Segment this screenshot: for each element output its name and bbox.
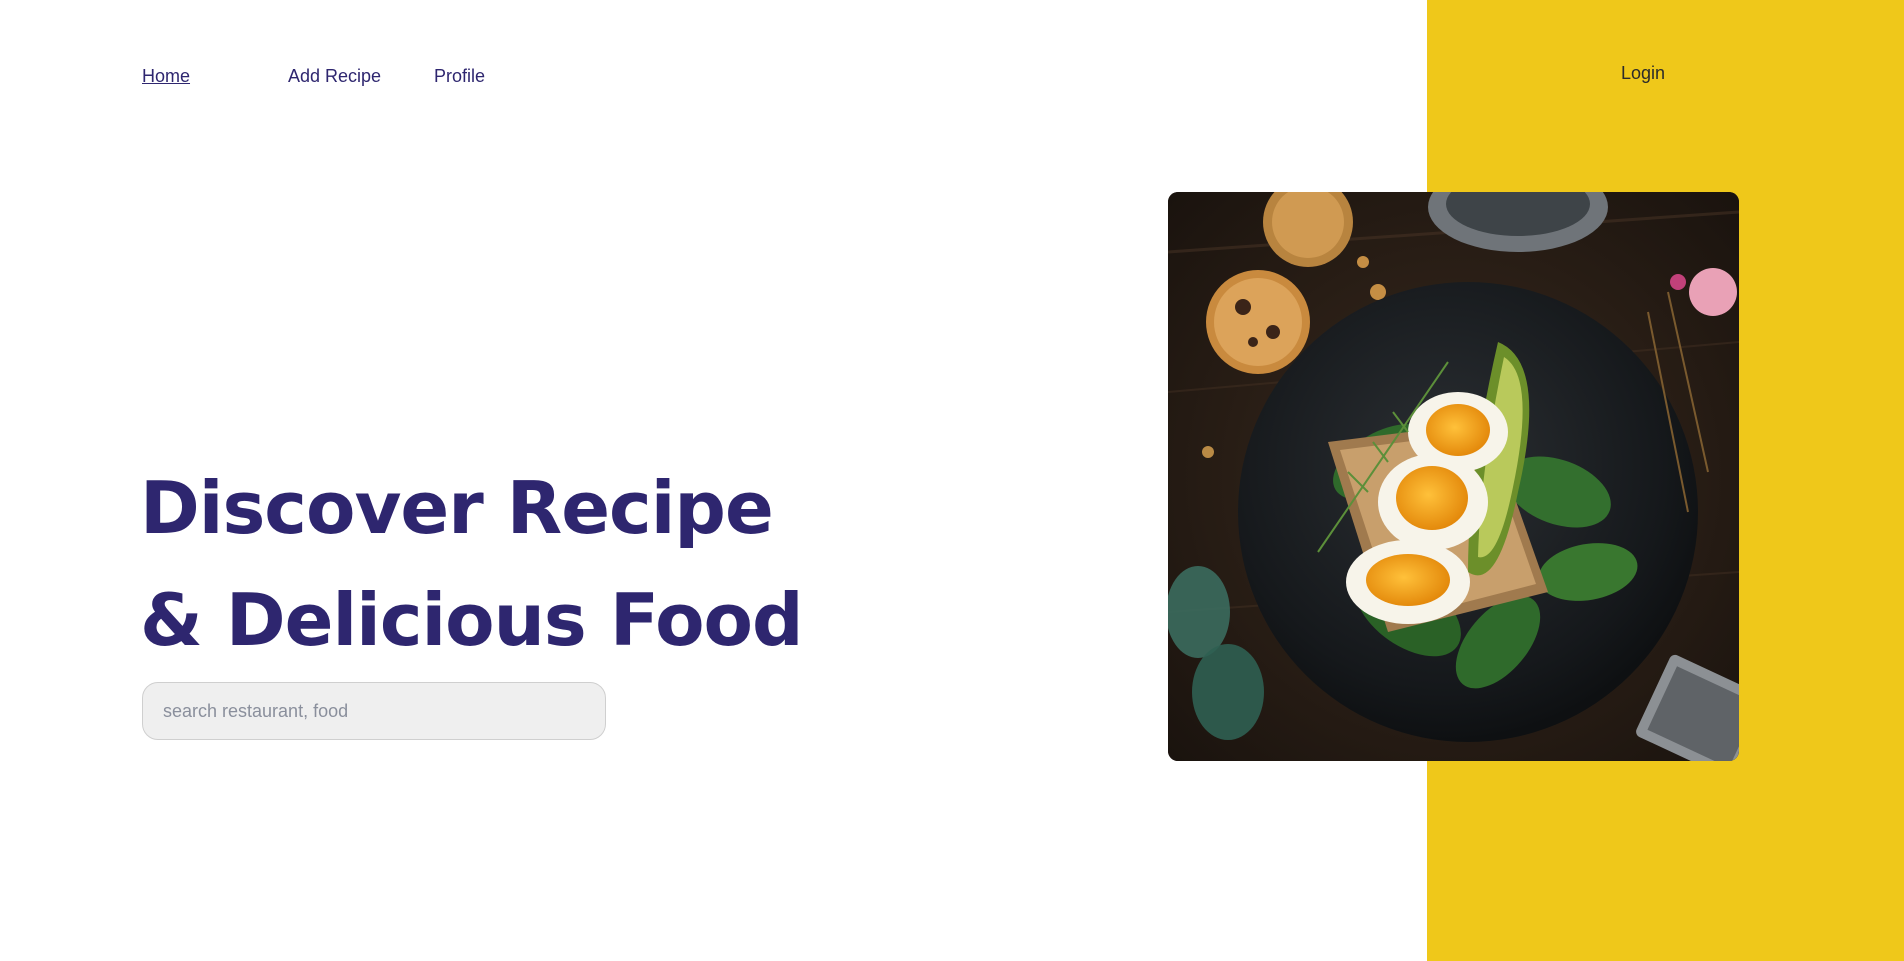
main-nav: Home Add Recipe Profile <box>142 64 485 88</box>
hero-title-line-1: Discover Recipe <box>140 466 774 550</box>
nav-profile-link[interactable]: Profile <box>434 64 485 88</box>
hero-title-line-2: & Delicious Food <box>140 578 804 662</box>
login-link[interactable]: Login <box>1621 61 1665 85</box>
search-input[interactable] <box>142 682 606 740</box>
egg-avocado-toast-illustration <box>1168 192 1739 761</box>
hero-food-image <box>1168 192 1739 761</box>
landing-page: Home Add Recipe Profile Login Discover R… <box>0 0 1904 961</box>
hero-title: Discover Recipe & Delicious Food <box>140 452 804 676</box>
nav-add-recipe-link[interactable]: Add Recipe <box>239 64 434 88</box>
